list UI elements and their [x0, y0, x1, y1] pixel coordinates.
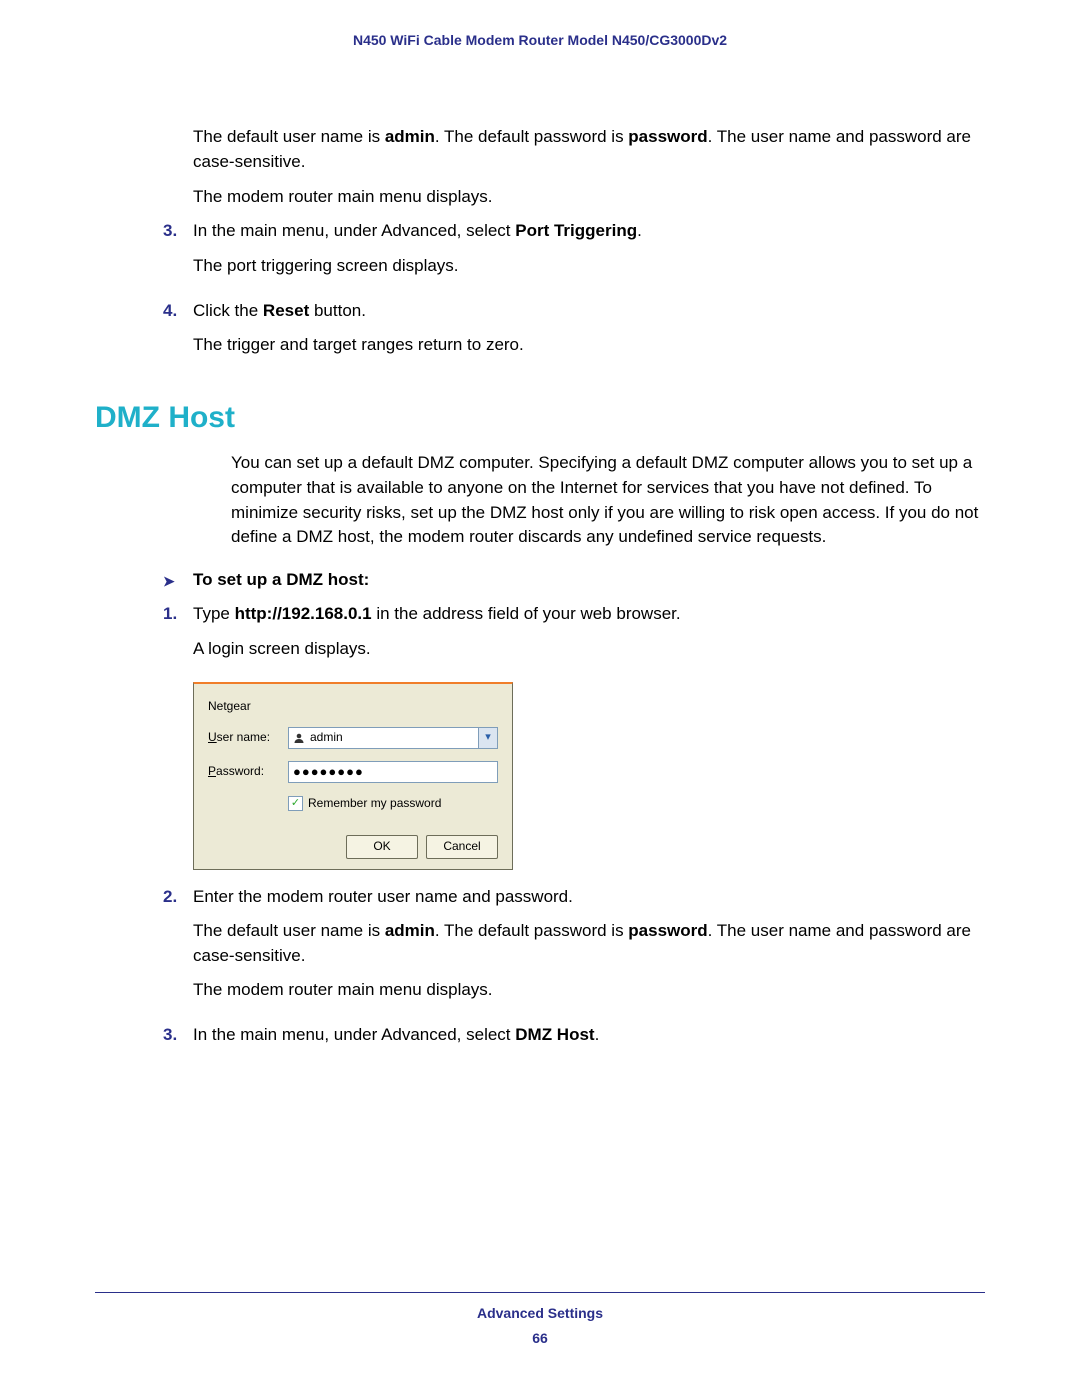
username-label: User name:: [208, 729, 288, 746]
footer-section: Advanced Settings: [95, 1303, 985, 1323]
text: . The default password is: [435, 127, 628, 146]
text: Click the: [193, 301, 263, 320]
step-number: 2.: [163, 885, 193, 1014]
paragraph: The default user name is admin. The defa…: [193, 919, 985, 968]
text-bold: DMZ Host: [515, 1025, 594, 1044]
footer-page-number: 66: [95, 1328, 985, 1348]
step-number: 1.: [163, 602, 193, 671]
task-text: To set up a DMZ host:: [193, 568, 369, 593]
step-number: 3.: [163, 219, 193, 288]
text: in the address field of your web browser…: [372, 604, 681, 623]
realm-label: Netgear: [208, 698, 251, 715]
step-number: 3.: [163, 1023, 193, 1058]
step-4: 4. Click the Reset button. The trigger a…: [163, 299, 985, 368]
chevron-down-icon: ▾: [485, 730, 491, 746]
text: button.: [309, 301, 366, 320]
step-number: 4.: [163, 299, 193, 368]
remember-checkbox[interactable]: ✓: [288, 796, 303, 811]
password-input[interactable]: ●●●●●●●●: [288, 761, 498, 783]
text-bold: password: [628, 921, 707, 940]
password-value: ●●●●●●●●: [293, 763, 364, 782]
text-bold: admin: [385, 127, 435, 146]
text: The default user name is: [193, 127, 385, 146]
text-bold: password: [628, 127, 707, 146]
username-input[interactable]: admin ▾: [288, 727, 498, 749]
text: The default user name is: [193, 921, 385, 940]
person-icon: [293, 732, 305, 744]
text: Type: [193, 604, 235, 623]
paragraph: The port triggering screen displays.: [193, 254, 985, 279]
text-bold: Reset: [263, 301, 309, 320]
dmz-step-3: 3. In the main menu, under Advanced, sel…: [163, 1023, 985, 1058]
check-icon: ✓: [291, 798, 300, 809]
text: . The default password is: [435, 921, 628, 940]
paragraph: The trigger and target ranges return to …: [193, 333, 985, 358]
text: .: [637, 221, 642, 240]
page-footer: Advanced Settings 66: [95, 1292, 985, 1352]
dmz-step-2: 2. Enter the modem router user name and …: [163, 885, 985, 1014]
paragraph: You can set up a default DMZ computer. S…: [163, 451, 985, 550]
paragraph: A login screen displays.: [193, 637, 985, 662]
cancel-button[interactable]: Cancel: [426, 835, 498, 859]
text-bold: http://192.168.0.1: [235, 604, 372, 623]
text: .: [595, 1025, 600, 1044]
username-value: admin: [310, 729, 343, 746]
arrow-icon: ➤: [163, 568, 193, 593]
task-heading: ➤ To set up a DMZ host:: [163, 568, 985, 593]
dropdown-button[interactable]: ▾: [478, 728, 497, 748]
paragraph: The default user name is admin. The defa…: [193, 125, 985, 174]
dmz-step-1: 1. Type http://192.168.0.1 in the addres…: [163, 602, 985, 671]
page-header: N450 WiFi Cable Modem Router Model N450/…: [95, 30, 985, 50]
text: In the main menu, under Advanced, select: [193, 1025, 515, 1044]
text-bold: admin: [385, 921, 435, 940]
password-label: Password:: [208, 763, 288, 780]
paragraph: The modem router main menu displays.: [193, 185, 985, 210]
section-title-dmz-host: DMZ Host: [95, 396, 985, 440]
text: In the main menu, under Advanced, select: [193, 221, 515, 240]
ok-button[interactable]: OK: [346, 835, 418, 859]
text-bold: Port Triggering: [515, 221, 637, 240]
step-3: 3. In the main menu, under Advanced, sel…: [163, 219, 985, 288]
login-dialog: Netgear User name: admin ▾ Password: ●●●: [193, 682, 513, 870]
paragraph: The modem router main menu displays.: [193, 978, 985, 1003]
paragraph: Enter the modem router user name and pas…: [193, 885, 985, 910]
remember-label: Remember my password: [308, 795, 441, 812]
